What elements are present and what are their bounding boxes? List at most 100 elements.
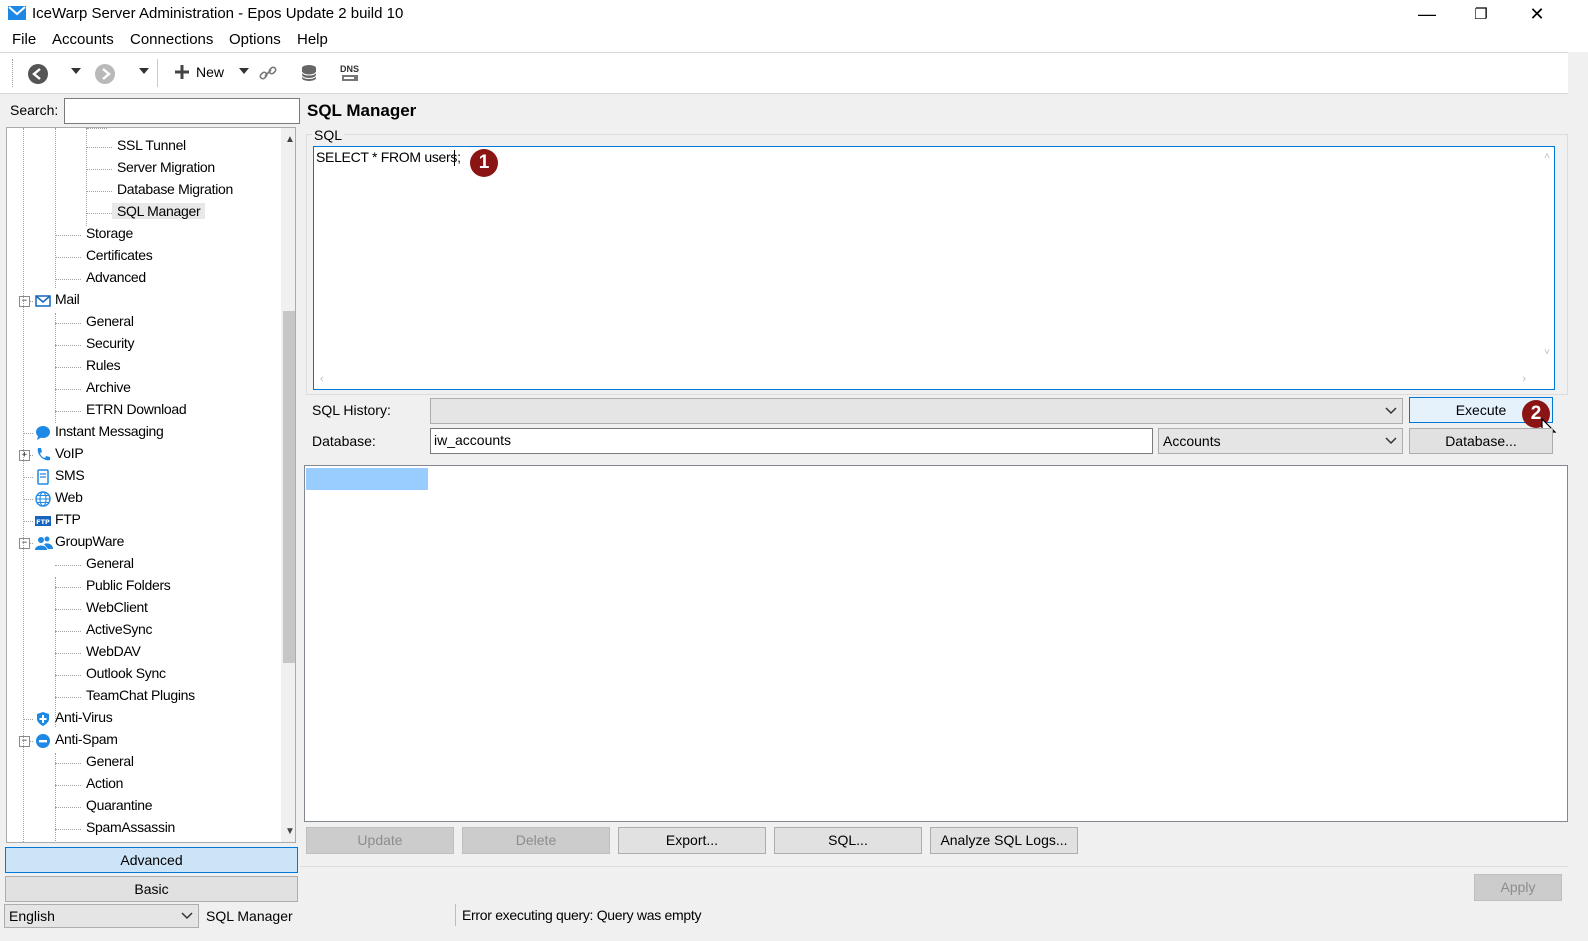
basic-mode-button[interactable]: Basic — [5, 876, 298, 902]
tree-item-label: Storage — [86, 225, 133, 241]
tree-item-label: ActiveSync — [86, 621, 153, 637]
export-button[interactable]: Export... — [618, 827, 766, 854]
tree-connector — [55, 128, 56, 288]
tree-scrollbar-thumb[interactable] — [283, 311, 295, 663]
results-grid[interactable] — [304, 465, 1568, 822]
back-button[interactable] — [27, 63, 49, 85]
tree-item-label: WebClient — [86, 599, 148, 615]
expand-icon[interactable]: + — [19, 450, 30, 461]
tree-item-activesync[interactable]: ActiveSync — [86, 621, 153, 637]
database-type-select[interactable]: Accounts — [1158, 428, 1403, 454]
collapse-icon[interactable]: − — [19, 538, 30, 549]
tree-item-spamassassin[interactable]: SpamAssassin — [86, 819, 175, 835]
tree-item-database-migration[interactable]: Database Migration — [117, 181, 233, 197]
tree-item-webdav[interactable]: WebDAV — [86, 643, 141, 659]
restore-button[interactable]: ❐ — [1458, 0, 1504, 28]
sql-history-label: SQL History: — [312, 402, 391, 418]
page-title: SQL Manager — [307, 101, 417, 120]
menu-accounts[interactable]: Accounts — [52, 31, 114, 48]
tree-item-anti-spam[interactable]: Anti-Spam — [55, 731, 118, 747]
tree-item-advanced[interactable]: Advanced — [86, 269, 146, 285]
language-select[interactable]: English — [4, 904, 199, 928]
tree-item-webclient[interactable]: WebClient — [86, 599, 148, 615]
tree-item-instant-messaging[interactable]: Instant Messaging — [55, 423, 164, 439]
tree-connector — [23, 719, 33, 720]
database-name-input[interactable]: iw_accounts — [430, 428, 1153, 454]
apply-button[interactable]: Apply — [1474, 874, 1562, 901]
collapse-icon[interactable]: − — [19, 736, 30, 747]
status-section: SQL Manager — [206, 908, 293, 924]
link-button[interactable] — [259, 64, 277, 82]
tree-item-label: Action — [86, 775, 124, 791]
tree-item-storage[interactable]: Storage — [86, 225, 133, 241]
menu-connections[interactable]: Connections — [130, 31, 213, 48]
new-button[interactable]: New — [174, 64, 224, 80]
forward-dropdown[interactable] — [139, 67, 149, 75]
tree-item-web[interactable]: Web — [55, 489, 83, 505]
update-button[interactable]: Update — [306, 827, 454, 854]
tree-item-etrn-download[interactable]: ETRN Download — [86, 401, 187, 417]
dns-button[interactable]: DNS — [340, 65, 359, 82]
language-value: English — [9, 908, 55, 924]
collapse-icon[interactable]: − — [19, 296, 30, 307]
tree-item-archive[interactable]: Archive — [86, 379, 131, 395]
tree-item-quarantine[interactable]: Quarantine — [86, 797, 153, 813]
delete-button[interactable]: Delete — [462, 827, 610, 854]
tree-connector — [55, 609, 81, 610]
sql-button[interactable]: SQL... — [774, 827, 922, 854]
tree-item-voip[interactable]: VoIP — [55, 445, 84, 461]
scroll-up-arrow-icon[interactable]: ▲ — [285, 134, 295, 145]
tree-item-groupware[interactable]: GroupWare — [55, 533, 124, 549]
advanced-mode-button[interactable]: Advanced — [5, 847, 298, 873]
menu-options[interactable]: Options — [229, 31, 281, 48]
tree-item-sms[interactable]: SMS — [55, 467, 85, 483]
results-selected-cell[interactable] — [306, 468, 428, 490]
tree-item-general[interactable]: General — [86, 753, 134, 769]
back-arrow-icon — [28, 64, 48, 84]
editor-scroll-right-icon[interactable]: › — [1522, 373, 1526, 385]
tree-item-general[interactable]: General — [86, 313, 134, 329]
database-settings-button[interactable]: Database... — [1409, 428, 1553, 454]
editor-scroll-up-icon[interactable]: ˄ — [1544, 151, 1550, 162]
tree-item-ftp[interactable]: FTP — [55, 511, 81, 527]
tree-item-security[interactable]: Security — [86, 335, 134, 351]
tree-item-public-folders[interactable]: Public Folders — [86, 577, 171, 593]
new-dropdown[interactable] — [239, 67, 249, 75]
tree-item-label: Anti-Virus — [55, 709, 113, 725]
sql-history-select[interactable] — [430, 398, 1403, 424]
toolbar-grip — [12, 59, 14, 87]
tree-item-ssl-tunnel[interactable]: SSL Tunnel — [117, 137, 186, 153]
globe-icon — [35, 491, 51, 507]
minimize-button[interactable]: — — [1404, 0, 1450, 28]
tree-item-mail[interactable]: Mail — [55, 291, 80, 307]
tree-item-action[interactable]: Action — [86, 775, 123, 791]
tree-item-general[interactable]: General — [86, 555, 134, 571]
tree-item-anti-virus[interactable]: Anti-Virus — [55, 709, 113, 725]
menu-file[interactable]: File — [12, 31, 36, 48]
tree-item-label: Outlook Sync — [86, 665, 166, 681]
close-button[interactable]: ✕ — [1514, 0, 1560, 28]
tree-item-server-migration[interactable]: Server Migration — [117, 159, 215, 175]
tree-item-rules[interactable]: Rules — [86, 357, 121, 373]
forward-button[interactable] — [94, 63, 116, 85]
tree-connector — [55, 675, 81, 676]
tree-item-label: Archive — [86, 379, 131, 395]
chevron-down-icon — [1385, 437, 1397, 445]
menu-bar: File Accounts Connections Options Help — [0, 28, 1588, 52]
tree-item-sql-manager[interactable]: SQL Manager — [112, 203, 206, 219]
tree-connector — [86, 128, 87, 226]
analyze-sql-logs-button[interactable]: Analyze SQL Logs... — [930, 827, 1078, 854]
menu-help[interactable]: Help — [297, 31, 328, 48]
sql-editor[interactable]: ˄ ˅ ‹ › — [313, 146, 1555, 390]
scroll-down-arrow-icon[interactable]: ▼ — [285, 826, 295, 837]
editor-scroll-down-icon[interactable]: ˅ — [1544, 347, 1550, 358]
tree-connector — [55, 235, 81, 236]
tree-item-outlook-sync[interactable]: Outlook Sync — [86, 665, 166, 681]
search-input[interactable] — [64, 98, 300, 124]
database-toolbar-button[interactable] — [300, 64, 318, 82]
tree-connector — [23, 521, 33, 522]
editor-scroll-left-icon[interactable]: ‹ — [320, 373, 324, 385]
back-dropdown[interactable] — [71, 67, 81, 75]
tree-item-teamchat-plugins[interactable]: TeamChat Plugins — [86, 687, 195, 703]
tree-item-certificates[interactable]: Certificates — [86, 247, 153, 263]
